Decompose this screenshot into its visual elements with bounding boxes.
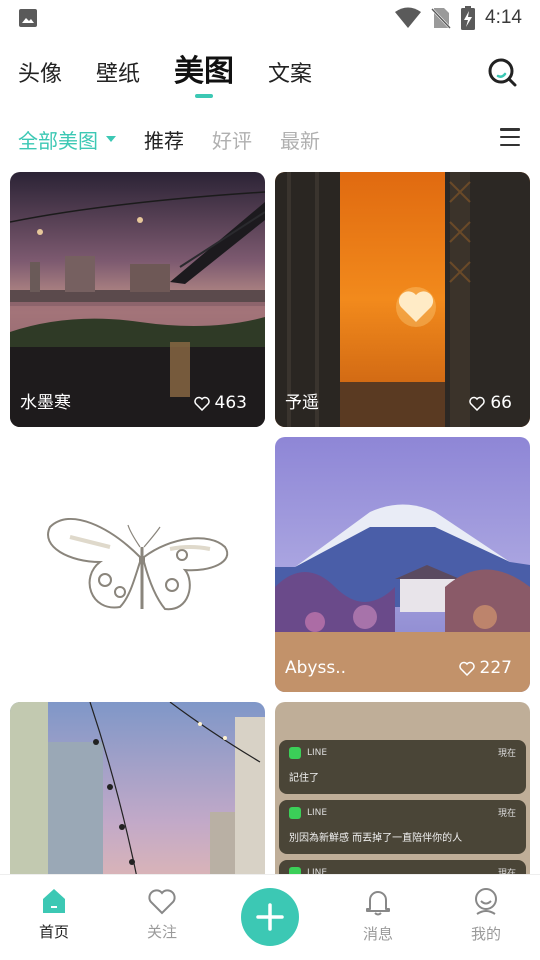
filter-all[interactable]: 全部美图: [18, 125, 116, 154]
search-icon[interactable]: [486, 56, 518, 88]
card-like-count: 463: [214, 393, 247, 413]
card-photo: [10, 702, 265, 902]
menu-icon[interactable]: [500, 128, 520, 146]
image-card[interactable]: LINE 現在 記住了 LINE 現在 別因為新鮮感 而丟掉了一直陪伴你的人 L…: [275, 702, 530, 902]
nav-home[interactable]: 首页: [19, 887, 89, 942]
user-icon: [475, 888, 497, 915]
image-card[interactable]: [10, 702, 265, 902]
top-tabs: 头像 壁纸 美图 文案: [18, 48, 312, 98]
card-photo: [47, 517, 229, 611]
notification-message: 別因為新鮮感 而丟掉了一直陪伴你的人: [289, 833, 463, 844]
notification-card: LINE 現在 別因為新鮮感 而丟掉了一直陪伴你的人: [279, 800, 526, 854]
status-time: 4:14: [485, 7, 522, 28]
filter-row: 全部美图 推荐 好评 最新: [18, 122, 320, 156]
tab-captions[interactable]: 文案: [268, 56, 312, 98]
nav-messages[interactable]: 消息: [343, 887, 413, 944]
wifi-icon: [395, 7, 422, 28]
notification-message: 記住了: [289, 773, 319, 784]
filter-latest[interactable]: 最新: [280, 125, 320, 154]
plus-icon: [256, 903, 284, 931]
filter-top-rated[interactable]: 好评: [212, 125, 252, 154]
notification-app: LINE: [307, 747, 328, 758]
battery-charging-icon: [461, 6, 476, 30]
notification-time: 現在: [497, 809, 516, 819]
add-post-button[interactable]: [241, 888, 299, 946]
line-app-icon: [289, 746, 301, 759]
notification-time: 現在: [497, 749, 516, 759]
bottom-nav: 首页 关注 消息 我的: [0, 874, 540, 960]
image-card[interactable]: 予遥 66: [275, 172, 530, 427]
card-likes[interactable]: 227: [458, 658, 512, 678]
filter-all-label: 全部美图: [18, 128, 98, 153]
card-author: 予遥: [285, 393, 319, 413]
heart-icon: [193, 396, 210, 411]
nav-follow[interactable]: 关注: [127, 887, 197, 942]
nav-follow-label: 关注: [146, 923, 177, 941]
card-likes[interactable]: 463: [193, 393, 247, 413]
dropdown-caret-icon: [106, 136, 116, 142]
notification-app: LINE: [307, 807, 328, 818]
card-author: 水墨寒: [20, 393, 71, 413]
notification-card: LINE 現在 記住了: [279, 740, 526, 794]
card-author: Abyss..: [285, 658, 347, 678]
heart-icon: [469, 396, 486, 411]
tab-beauty-pics[interactable]: 美图: [174, 46, 234, 98]
line-app-icon: [289, 806, 301, 819]
no-sim-icon: [431, 8, 451, 29]
status-bar: 4:14: [0, 0, 540, 36]
card-like-count: 66: [490, 393, 512, 413]
heart-outline-icon: [148, 889, 176, 915]
filter-recommended[interactable]: 推荐: [144, 125, 184, 154]
tab-wallpaper[interactable]: 壁纸: [96, 56, 140, 98]
heart-icon: [458, 661, 475, 676]
card-photo: [275, 437, 530, 692]
nav-home-label: 首页: [38, 923, 69, 941]
nav-messages-label: 消息: [362, 925, 393, 943]
image-card[interactable]: [10, 437, 265, 692]
card-like-count: 227: [479, 658, 512, 678]
image-card[interactable]: Abyss.. 227: [275, 437, 530, 692]
home-icon: [43, 889, 65, 913]
card-likes[interactable]: 66: [469, 393, 512, 413]
nav-profile-label: 我的: [470, 925, 501, 943]
bell-icon: [366, 891, 390, 916]
tab-avatar[interactable]: 头像: [18, 56, 62, 98]
image-card[interactable]: 水墨寒 463: [10, 172, 265, 427]
nav-profile[interactable]: 我的: [451, 887, 521, 944]
image-icon: [19, 9, 37, 27]
